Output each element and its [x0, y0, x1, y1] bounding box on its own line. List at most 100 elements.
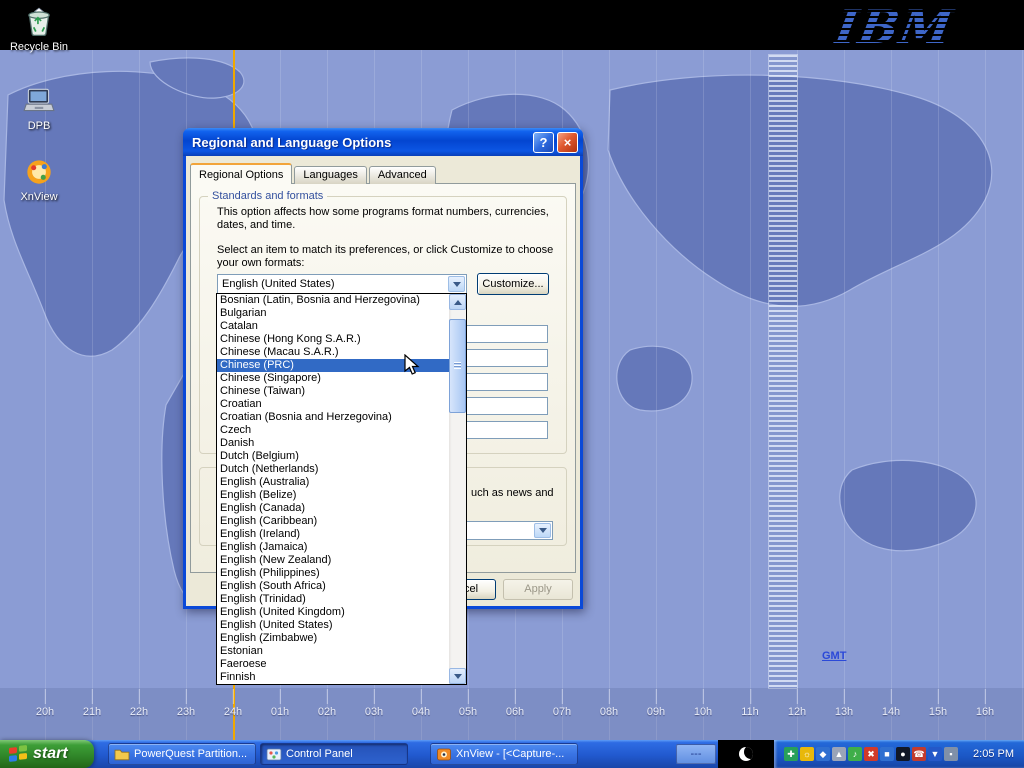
help-button[interactable]: ?: [533, 132, 554, 153]
list-scrollbar[interactable]: [449, 294, 466, 684]
language-option[interactable]: Chinese (Taiwan): [217, 385, 449, 398]
tray-icon-1[interactable]: ✚: [784, 747, 798, 761]
tray-icon-4[interactable]: ▲: [832, 747, 846, 761]
language-option[interactable]: Bosnian (Latin, Bosnia and Herzegovina): [217, 294, 449, 307]
chevron-down-icon: [453, 282, 461, 287]
timezone-label: 05h: [459, 706, 477, 718]
tray-icon-3[interactable]: ◆: [816, 747, 830, 761]
close-button[interactable]: ×: [557, 132, 578, 153]
language-option[interactable]: English (United Kingdom): [217, 606, 449, 619]
taskbar-black-band[interactable]: [718, 740, 774, 768]
scroll-down-icon: [454, 674, 462, 679]
tab-strip: Regional Options Languages Advanced: [190, 163, 438, 184]
language-option[interactable]: Croatian: [217, 398, 449, 411]
timezone-label: 23h: [177, 706, 195, 718]
language-combobox[interactable]: English (United States): [217, 274, 467, 294]
tray-icon-7[interactable]: ■: [880, 747, 894, 761]
dateline-hatch-band: [769, 55, 797, 688]
taskbar-item-xnview[interactable]: XnView - [<Capture-...: [430, 743, 578, 765]
language-option[interactable]: Danish: [217, 437, 449, 450]
taskbar-clock[interactable]: 2:05 PM: [973, 740, 1014, 768]
language-option[interactable]: English (Caribbean): [217, 515, 449, 528]
scroll-up-button[interactable]: [449, 294, 466, 310]
control-panel-icon: [266, 748, 282, 761]
language-option[interactable]: Finnish: [217, 671, 449, 684]
desktop-icon-label: Recycle Bin: [0, 41, 78, 53]
language-option[interactable]: English (Belize): [217, 489, 449, 502]
standards-description: This option affects how some programs fo…: [217, 206, 562, 232]
timezone-label: 20h: [36, 706, 54, 718]
tab-advanced[interactable]: Advanced: [369, 166, 436, 184]
start-button[interactable]: start: [0, 740, 94, 768]
dialog-titlebar[interactable]: Regional and Language Options ? ×: [183, 128, 583, 156]
apply-button: Apply: [503, 579, 573, 600]
windows-flag-icon: [8, 745, 28, 763]
language-option[interactable]: English (Canada): [217, 502, 449, 515]
language-option[interactable]: Chinese (Hong Kong S.A.R.): [217, 333, 449, 346]
taskbar-item-label: Control Panel: [286, 748, 353, 760]
dialog-title: Regional and Language Options: [192, 135, 530, 150]
timezone-label: 06h: [506, 706, 524, 718]
tray-icon-6[interactable]: ✖: [864, 747, 878, 761]
desktop-icon-xnview[interactable]: XnView: [0, 155, 78, 203]
combobox-dropdown-button[interactable]: [534, 523, 551, 538]
desktop-icon-label: XnView: [0, 191, 78, 203]
language-option[interactable]: Estonian: [217, 645, 449, 658]
timezone-label: 11h: [741, 706, 759, 718]
language-option[interactable]: English (New Zealand): [217, 554, 449, 567]
folder-icon: [114, 748, 130, 761]
taskbar-item-powerquest[interactable]: PowerQuest Partition...: [108, 743, 256, 765]
language-option[interactable]: English (Jamaica): [217, 541, 449, 554]
taskbar-item-control-panel[interactable]: Control Panel: [260, 743, 408, 765]
language-option[interactable]: English (Zimbabwe): [217, 632, 449, 645]
tab-languages[interactable]: Languages: [294, 166, 366, 184]
timezone-label: 16h: [976, 706, 994, 718]
language-option[interactable]: English (Philippines): [217, 567, 449, 580]
customize-button[interactable]: Customize...: [477, 273, 549, 295]
location-text-fragment: uch as news and: [471, 487, 554, 499]
desktop-icon-recycle-bin[interactable]: Recycle Bin: [0, 5, 78, 53]
timezone-label: 03h: [365, 706, 383, 718]
timezone-label: 08h: [600, 706, 618, 718]
tray-icon-5[interactable]: ♪: [848, 747, 862, 761]
timezone-label: 04h: [412, 706, 430, 718]
taskbar-toolbar-band[interactable]: ---: [676, 744, 716, 764]
language-option[interactable]: Catalan: [217, 320, 449, 333]
combobox-dropdown-button[interactable]: [448, 276, 465, 292]
tray-icon-8[interactable]: ●: [896, 747, 910, 761]
timezone-label: 15h: [929, 706, 947, 718]
xnview-task-icon: [436, 748, 452, 761]
language-option[interactable]: Croatian (Bosnia and Herzegovina): [217, 411, 449, 424]
group-caption: Standards and formats: [208, 190, 327, 202]
language-option[interactable]: English (Australia): [217, 476, 449, 489]
language-option[interactable]: Dutch (Belgium): [217, 450, 449, 463]
desktop-icon-label: DPB: [0, 120, 78, 132]
language-option[interactable]: Faeroese: [217, 658, 449, 671]
tray-icon-11[interactable]: ▪: [944, 747, 958, 761]
tray-icon-10[interactable]: ▼: [928, 747, 942, 761]
desktop-icon-dpb[interactable]: DPB: [0, 84, 78, 132]
start-button-label: start: [33, 745, 68, 763]
timezone-label: 09h: [647, 706, 665, 718]
language-option[interactable]: English (United States): [217, 619, 449, 632]
language-option[interactable]: Bulgarian: [217, 307, 449, 320]
timezone-label: 02h: [318, 706, 336, 718]
language-option[interactable]: Dutch (Netherlands): [217, 463, 449, 476]
tray-icon-9[interactable]: ☎: [912, 747, 926, 761]
language-option[interactable]: English (Ireland): [217, 528, 449, 541]
laptop-icon: [22, 84, 56, 118]
tab-regional-options[interactable]: Regional Options: [190, 163, 292, 184]
language-option[interactable]: English (Trinidad): [217, 593, 449, 606]
language-option[interactable]: Czech: [217, 424, 449, 437]
timezone-label: 01h: [271, 706, 289, 718]
ibm-logo: IBM: [831, 0, 958, 54]
scroll-down-button[interactable]: [449, 668, 466, 684]
language-option[interactable]: English (South Africa): [217, 580, 449, 593]
standards-instruction: Select an item to match its preferences,…: [217, 244, 562, 270]
language-dropdown-list: Bosnian (Latin, Bosnia and Herzegovina) …: [216, 293, 467, 685]
taskbar-item-label: PowerQuest Partition...: [134, 748, 247, 760]
timezone-label: 12h: [788, 706, 806, 718]
scrollbar-thumb[interactable]: [449, 319, 466, 413]
tray-icon-2[interactable]: ☼: [800, 747, 814, 761]
taskbar: start PowerQuest Partition... Control Pa…: [0, 740, 1024, 768]
